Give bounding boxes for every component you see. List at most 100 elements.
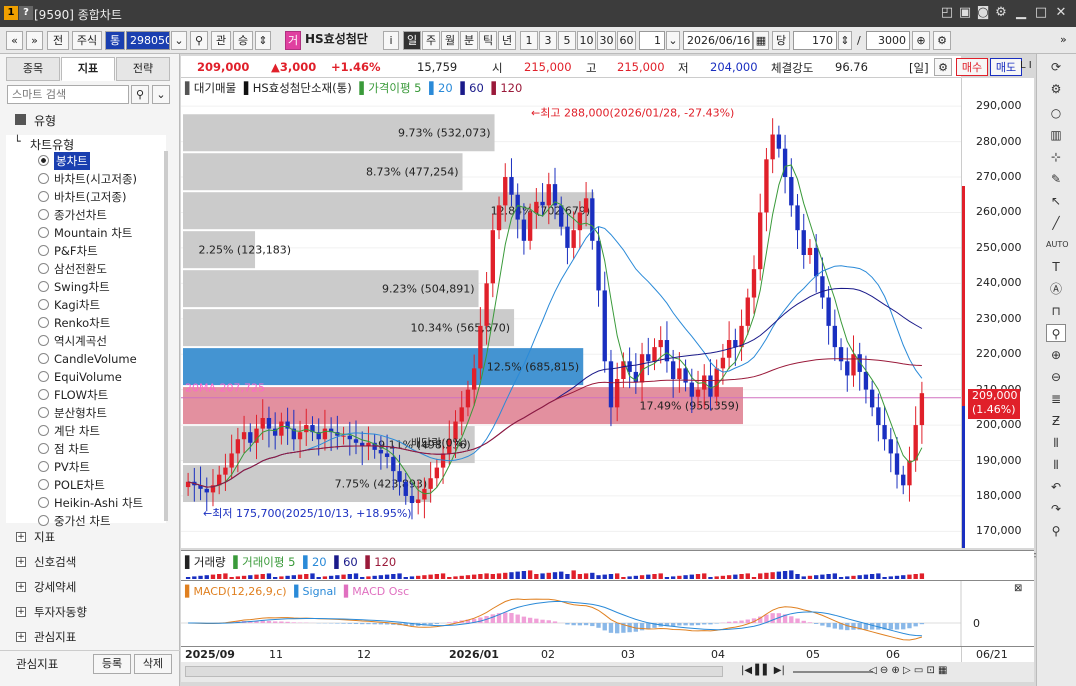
search-icon[interactable]: ⚲ [131,85,149,104]
arrow-tool-icon[interactable]: ↖ [1046,192,1066,210]
indicator-group[interactable]: 관심지표 [34,628,76,646]
list-scrollbar[interactable] [164,151,168,521]
chart-type-radio[interactable] [38,335,49,346]
chart-type-radio[interactable] [38,497,49,508]
chart-type-item[interactable]: Swing차트 [54,278,110,296]
expand-icon[interactable]: + [16,557,26,567]
chart-type-radio[interactable] [38,371,49,382]
camera-icon[interactable]: ◙ [974,5,992,21]
layout-tool-icon[interactable]: ≣ [1046,390,1066,408]
scroll-track[interactable] [185,666,723,677]
stock-type-button[interactable]: 주식 [72,31,102,50]
chart-type-item[interactable]: 역시계곡선 [54,332,107,350]
expand-icon[interactable]: + [16,532,26,542]
tab-indicator[interactable]: 지표 [61,57,115,81]
chart-type-radio[interactable] [38,479,49,490]
code-dropdown-icon[interactable]: ⌄ [171,31,187,50]
text-tool-icon[interactable]: T [1046,258,1066,276]
chart-type-item[interactable]: 바차트(고저종) [54,188,126,206]
chart-type-item[interactable]: P&F차트 [54,242,98,260]
chart-type-radio[interactable] [38,227,49,238]
chart-type-item[interactable]: Heikin-Ashi 차트 [54,494,143,512]
help-icon[interactable]: ? [19,6,33,20]
date-input[interactable]: 2026/06/16 [683,31,753,50]
period-day-button[interactable]: 일 [403,31,421,50]
chart-type-item[interactable]: FLOW차트 [54,386,108,404]
delete-button[interactable]: 삭제 [134,654,172,674]
close-icon[interactable]: ✕ [1052,5,1070,21]
smart-search-input[interactable] [7,85,129,104]
updown-spinner-icon[interactable]: ⇕ [255,31,271,50]
zoom-icon[interactable]: ⊕ [912,31,930,50]
pen-tool-icon[interactable]: ✎ [1046,170,1066,188]
stock-code-input[interactable]: 298050 [126,31,170,50]
watch-button[interactable]: 관 [211,31,231,50]
interval-input[interactable]: 1 [639,31,665,50]
tab-strategy[interactable]: 전략 [116,57,170,81]
cross-tool-icon[interactable]: ⊹ [1046,148,1066,166]
total-input[interactable]: 3000 [866,31,910,50]
circle-tool-icon[interactable]: ○ [1046,104,1066,122]
indicator-group[interactable]: 강세약세 [34,578,76,596]
tool-settings-icon[interactable]: ⚙ [1046,80,1066,98]
maximize-icon[interactable]: □ [1032,5,1050,21]
chart-type-item[interactable]: 삼선전환도 [54,260,107,278]
save-icon[interactable]: ▣ [956,5,974,21]
chart-type-item[interactable]: 점 차트 [54,440,89,458]
register-button[interactable]: 등록 [93,654,131,674]
zoom-tool-icon[interactable]: ⚲ [1046,324,1066,342]
chart-type-item[interactable]: 계단 차트 [54,422,100,440]
expand-icon[interactable]: + [16,607,26,617]
chart-type-item[interactable]: CandleVolume [54,350,137,368]
indicator-group[interactable]: 투자자동향 [34,603,87,621]
period-month-button[interactable]: 월 [441,31,459,50]
price-panel-expand-icon[interactable]: L I [1020,60,1032,71]
zoom-out-tool-icon[interactable]: ⊖ [1046,368,1066,386]
chart-type-item[interactable]: 중가선 차트 [54,512,111,530]
dropdown-button[interactable]: » [26,31,43,50]
indicator-group[interactable]: 신호검색 [34,553,76,571]
chart-type-radio[interactable] [38,515,49,526]
chart-type-item[interactable]: 종가선차트 [54,206,107,224]
quote-settings-icon[interactable]: ⚙ [934,58,952,76]
collapse-icon[interactable]: ⌄ [152,85,170,104]
chart-scrollbar[interactable]: |◀ ▌▌ ▶| ◁ ⊖ ⊕ ▷ ▭ ⊡ ▦ [181,662,1034,682]
line-tool-icon[interactable]: ╱ [1046,214,1066,232]
bars-tool-icon[interactable]: ⦀ [1046,434,1066,452]
prev-button[interactable]: « [6,31,23,50]
chart-type-item[interactable]: 분산형차트 [54,404,107,422]
current-button[interactable]: 당 [772,31,790,50]
link-icon[interactable]: ◰ [938,5,956,21]
interval-10-button[interactable]: 10 [577,31,596,50]
chart-type-radio[interactable] [38,245,49,256]
interval-30-button[interactable]: 30 [597,31,616,50]
expand-icon[interactable]: + [16,582,26,592]
period-year-button[interactable]: 년 [498,31,516,50]
chart-type-item[interactable]: Mountain 차트 [54,224,132,242]
chart-type-radio[interactable] [38,353,49,364]
chart-type-radio[interactable] [38,281,49,292]
period-week-button[interactable]: 주 [422,31,440,50]
period-minute-button[interactable]: 분 [460,31,478,50]
refresh-icon[interactable]: ⟳ [1046,58,1066,76]
chart-type-radio[interactable] [38,173,49,184]
chart-type-radio[interactable] [38,191,49,202]
search-tool-icon[interactable]: ⚲ [1046,522,1066,540]
search-icon[interactable]: ⚲ [190,31,208,50]
zoom-controls-icon[interactable]: ◁ ⊖ ⊕ ▷ ▭ ⊡ ▦ [869,665,948,676]
chart-type-radio[interactable] [38,407,49,418]
interval-60-button[interactable]: 60 [617,31,636,50]
chart-type-radio[interactable] [38,317,49,328]
undo-icon[interactable]: ↶ [1046,478,1066,496]
count-input[interactable]: 170 [793,31,837,50]
text-box-tool-icon[interactable]: Ⓐ [1046,280,1066,298]
chart-settings-icon[interactable]: ⚙ [933,31,951,50]
minimize-icon[interactable]: ▁ [1012,5,1030,21]
auto-tool-icon[interactable]: AUTO [1046,236,1069,254]
integrated-button[interactable]: 통 [105,31,125,50]
chart-type-radio[interactable] [38,425,49,436]
redo-icon[interactable]: ↷ [1046,500,1066,518]
chart-type-radio[interactable] [38,155,49,166]
chart-type-item[interactable]: EquiVolume [54,368,122,386]
rise-button[interactable]: 승 [233,31,253,50]
